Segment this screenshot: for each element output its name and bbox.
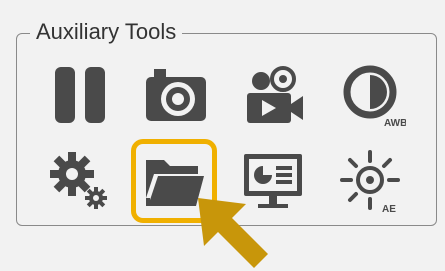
awb-badge: AWB <box>384 118 406 128</box>
pointer-cursor-icon <box>198 198 268 268</box>
auto-exposure-icon: AE <box>340 150 400 215</box>
ae-badge: AE <box>382 204 396 215</box>
snapshot-button[interactable] <box>138 57 214 133</box>
pause-button[interactable] <box>42 57 118 133</box>
groupbox-title: Auxiliary Tools <box>30 17 183 47</box>
camera-icon <box>146 69 206 121</box>
settings-button[interactable] <box>42 143 118 219</box>
gears-icon <box>50 152 107 209</box>
record-button[interactable] <box>235 57 311 133</box>
pause-icon <box>55 67 105 123</box>
ae-button[interactable]: AE <box>334 143 410 219</box>
auto-white-balance-icon: AWB <box>343 65 406 128</box>
video-camera-icon <box>247 66 303 123</box>
awb-button[interactable]: AWB <box>334 57 410 133</box>
